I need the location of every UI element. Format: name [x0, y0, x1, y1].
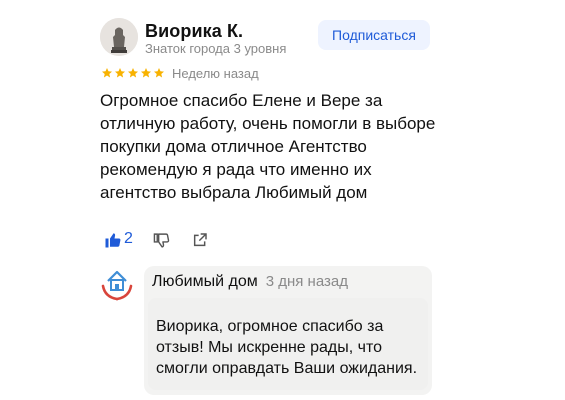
reply-body: Виорика, огромное спасибо за отзыв! Мы и… — [148, 298, 428, 390]
thumbs-up-icon[interactable] — [104, 231, 122, 249]
house-in-hands-logo-icon — [101, 270, 133, 301]
star-icon — [141, 68, 151, 78]
reply-author[interactable]: Любимый дом — [152, 273, 258, 291]
author-avatar[interactable] — [100, 18, 138, 56]
like-count[interactable]: 2 — [124, 230, 133, 248]
star-icon — [115, 68, 125, 78]
star-icon — [128, 68, 138, 78]
star-icon — [154, 68, 164, 78]
subscribe-button[interactable]: Подписаться — [318, 20, 430, 50]
statue-avatar-icon — [100, 18, 138, 56]
reply-date: 3 дня назад — [265, 273, 348, 290]
share-icon[interactable] — [192, 232, 208, 248]
owner-reply: Любимый дом 3 дня назад Виорика, огромно… — [144, 266, 432, 395]
reply-text: Виорика, огромное спасибо за отзыв! Мы и… — [156, 318, 418, 377]
review-date: Неделю назад — [172, 66, 259, 81]
review-card: Виорика К. Знаток города 3 уровня Подпис… — [0, 0, 565, 400]
author-name[interactable]: Виорика К. — [145, 21, 243, 42]
thumbs-down-icon[interactable] — [153, 232, 170, 249]
review-text: Огромное спасибо Елене и Вере за отличну… — [100, 91, 436, 202]
reply-header: Любимый дом 3 дня назад — [152, 273, 348, 291]
rating-stars — [101, 67, 165, 79]
star-icon — [102, 68, 112, 78]
author-level: Знаток города 3 уровня — [145, 41, 287, 56]
